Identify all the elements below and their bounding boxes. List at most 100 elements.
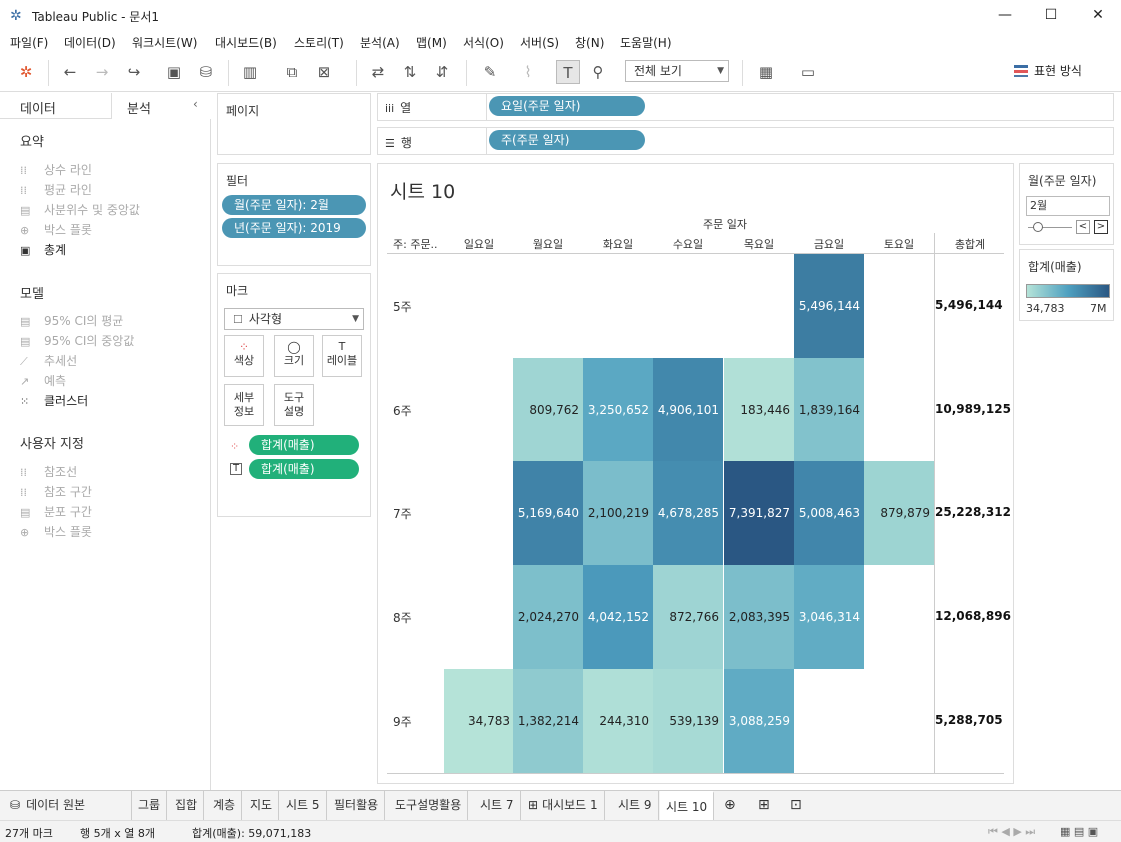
view-fit-select[interactable]: 전체 보기 ▼ <box>625 60 729 82</box>
reference-band-item[interactable]: ⁞⁞ 참조 구간 <box>20 483 92 500</box>
heatmap-cell[interactable]: 2,083,395 <box>724 565 794 669</box>
tab-sheet[interactable]: 계층 <box>207 791 243 821</box>
detail-button[interactable]: 세부 정보 <box>224 384 264 426</box>
median-quartiles-item[interactable]: ▤ 사분위수 및 중앙값 <box>20 201 140 218</box>
average-line-item[interactable]: ⁞⁞ 평균 라인 <box>20 181 92 198</box>
menu-dashboard[interactable]: 대시보드(B) <box>215 34 277 51</box>
heatmap-cell[interactable]: 809,762 <box>513 358 583 462</box>
ci-average-item[interactable]: ▤ 95% CI의 평균 <box>20 312 123 329</box>
trend-line-item[interactable]: ⟋ 추세선 <box>20 352 77 369</box>
menu-server[interactable]: 서버(S) <box>520 34 559 51</box>
reference-line-item[interactable]: ⁞⁞ 참조선 <box>20 463 77 480</box>
box-plot-item[interactable]: ⊕ 박스 플롯 <box>20 221 92 238</box>
tableau-home-icon[interactable]: ✲ <box>14 60 38 84</box>
filter-pill-year[interactable]: 년(주문 일자): 2019 <box>222 218 366 238</box>
view-mode-icon[interactable]: ▦ ▤ ▣ <box>1060 825 1098 838</box>
rows-pill[interactable]: 주(주문 일자) <box>489 130 645 150</box>
presentation-mode-icon[interactable]: ▭ <box>796 60 820 84</box>
heatmap-cell[interactable]: 4,042,152 <box>583 565 653 669</box>
menu-story[interactable]: 스토리(T) <box>294 34 344 51</box>
heatmap-cell[interactable]: 5,169,640 <box>513 461 583 565</box>
sort-ascending-icon[interactable]: ⇅ <box>398 60 422 84</box>
heatmap-cell[interactable]: 7,391,827 <box>724 461 794 565</box>
new-worksheet-icon[interactable]: ⊕ <box>718 791 742 821</box>
tab-sheet[interactable]: 도구설명활용 <box>389 791 469 821</box>
heatmap-cell[interactable]: 4,678,285 <box>653 461 723 565</box>
heatmap-cell[interactable]: 4,906,101 <box>653 358 723 462</box>
heatmap-cell[interactable]: 1,839,164 <box>794 358 864 462</box>
tab-sheet-active[interactable]: 시트 10 <box>660 791 715 821</box>
heatmap-cell[interactable]: 3,046,314 <box>794 565 864 669</box>
heatmap-cell[interactable]: 3,250,652 <box>583 358 653 462</box>
slider-handle[interactable] <box>1033 222 1043 232</box>
page-nav-icon[interactable]: ⏮ ◀ ▶ ⏭ <box>988 825 1035 839</box>
replay-icon[interactable]: ↪ <box>122 60 146 84</box>
heatmap-cell[interactable]: 3,088,259 <box>724 669 794 773</box>
sort-descending-icon[interactable]: ⇵ <box>430 60 454 84</box>
redo-icon[interactable]: → <box>90 60 114 84</box>
label-field-pill[interactable]: 합계(매출) <box>249 459 359 479</box>
undo-icon[interactable]: ← <box>58 60 82 84</box>
group-icon[interactable]: ⌇ <box>516 60 540 84</box>
heatmap-cell[interactable]: 34,783 <box>444 669 514 773</box>
tab-sheet[interactable]: 시트 9 <box>612 791 659 821</box>
heatmap-cell[interactable]: 244,310 <box>583 669 653 773</box>
heatmap-cell[interactable]: 879,879 <box>864 461 934 565</box>
heatmap-cell[interactable]: 539,139 <box>653 669 723 773</box>
menu-help[interactable]: 도움말(H) <box>620 34 672 51</box>
menu-worksheet[interactable]: 워크시트(W) <box>132 34 197 51</box>
mark-type-select[interactable]: ☐ 사각형 ▼ <box>224 308 364 330</box>
clear-sheet-icon[interactable]: ⊠ <box>312 60 336 84</box>
swap-icon[interactable]: ⇄ <box>366 60 390 84</box>
size-button[interactable]: ◯ 크기 <box>274 335 314 377</box>
tab-sheet[interactable]: 그룹 <box>132 791 168 821</box>
forecast-item[interactable]: ↗ 예측 <box>20 372 66 389</box>
heatmap-cell[interactable]: 183,446 <box>724 358 794 462</box>
fix-axes-icon[interactable]: ⚲ <box>586 60 610 84</box>
menu-map[interactable]: 맵(M) <box>416 34 447 51</box>
distribution-band-item[interactable]: ▤ 분포 구간 <box>20 503 92 520</box>
highlight-icon[interactable]: ✎ <box>478 60 502 84</box>
new-datasource-icon[interactable]: ⛁ <box>194 60 218 84</box>
save-icon[interactable]: ▣ <box>162 60 186 84</box>
tab-sheet[interactable]: 시트 5 <box>280 791 327 821</box>
columns-shelf[interactable] <box>377 93 1114 121</box>
color-legend[interactable]: 합계(매출) 34,783 7M <box>1019 249 1114 321</box>
tab-sheet[interactable]: 필터활용 <box>328 791 386 821</box>
menu-format[interactable]: 서식(O) <box>463 34 504 51</box>
collapse-pane-icon[interactable]: ‹ <box>193 97 198 111</box>
rows-shelf[interactable] <box>377 127 1114 155</box>
maximize-button[interactable]: ☐ <box>1028 0 1074 32</box>
menu-analysis[interactable]: 분석(A) <box>360 34 400 51</box>
tab-sheet[interactable]: 지도 <box>244 791 280 821</box>
menu-window[interactable]: 창(N) <box>575 34 604 51</box>
show-cards-icon[interactable]: ▦ <box>754 60 778 84</box>
month-filter-input[interactable]: 2월 <box>1026 196 1110 216</box>
minimize-button[interactable]: — <box>982 0 1028 32</box>
heatmap-cell[interactable]: 5,496,144 <box>794 254 864 358</box>
heatmap-cell[interactable]: 2,100,219 <box>583 461 653 565</box>
next-button[interactable]: > <box>1094 220 1108 234</box>
heatmap-cell[interactable]: 1,382,214 <box>513 669 583 773</box>
new-dashboard-icon[interactable]: ⊞ <box>752 791 776 821</box>
color-field-pill[interactable]: 합계(매출) <box>249 435 359 455</box>
tab-sheet[interactable]: 시트 7 <box>474 791 521 821</box>
totals-item[interactable]: ▣ 총계 <box>20 241 66 258</box>
duplicate-sheet-icon[interactable]: ⧉ <box>280 60 304 84</box>
new-story-icon[interactable]: ⊡ <box>784 791 808 821</box>
new-worksheet-icon[interactable]: ▥ <box>238 60 262 84</box>
pages-card[interactable]: 페이지 <box>217 93 371 155</box>
constant-line-item[interactable]: ⁞⁞ 상수 라인 <box>20 161 92 178</box>
columns-pill[interactable]: 요일(주문 일자) <box>489 96 645 116</box>
show-labels-icon[interactable]: T <box>556 60 580 84</box>
tab-data[interactable]: 데이터 <box>0 93 112 119</box>
color-button[interactable]: ⁘ 색상 <box>224 335 264 377</box>
previous-button[interactable]: < <box>1076 220 1090 234</box>
tab-dashboard[interactable]: ⊞ 대시보드 1 <box>522 791 605 821</box>
heatmap-cell[interactable]: 2,024,270 <box>513 565 583 669</box>
heatmap-cell[interactable]: 872,766 <box>653 565 723 669</box>
show-me-button[interactable]: 표현 방식 <box>1014 62 1082 79</box>
label-button[interactable]: T 레이블 <box>322 335 362 377</box>
filter-pill-month[interactable]: 월(주문 일자): 2월 <box>222 195 366 215</box>
menu-data[interactable]: 데이터(D) <box>64 34 116 51</box>
